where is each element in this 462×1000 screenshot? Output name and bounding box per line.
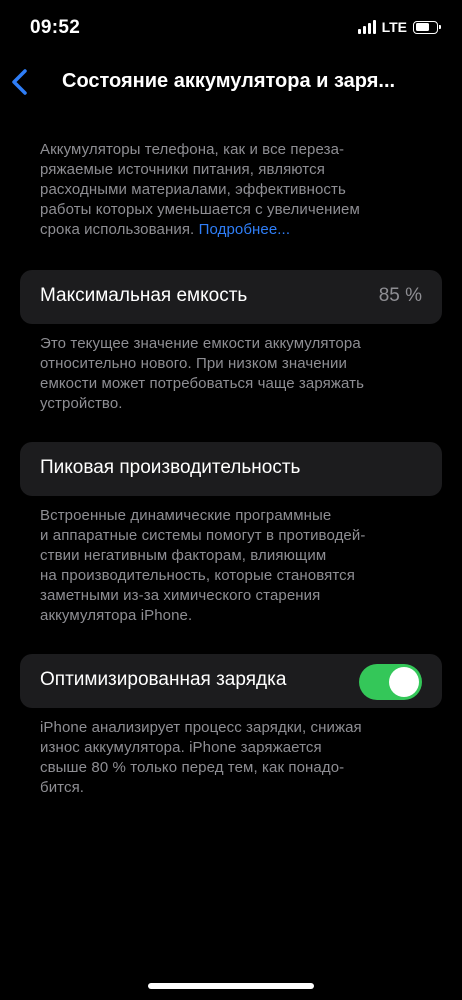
screen: 09:52 LTE Состояние аккумулятора и заря.…: [0, 0, 462, 1000]
status-bar: 09:52 LTE: [0, 0, 462, 56]
description-line: Это текущее значение емкости аккумулятор…: [40, 335, 361, 352]
navigation-bar: Состояние аккумулятора и заря...: [0, 58, 462, 106]
description-line: относительно нового. При низком значении: [40, 355, 348, 372]
peak-performance-row: Пиковая производительность: [20, 442, 442, 496]
description-line: емкости может потребоваться чаще заряжат…: [40, 375, 364, 392]
optimized-charging-label: Оптимизированная зарядка: [40, 669, 287, 690]
description-line: и аппаратные системы помогут в противоде…: [40, 527, 366, 544]
max-capacity-value: 85 %: [378, 285, 422, 306]
description-line: Встроенные динамические программные: [40, 507, 332, 524]
description-line: бится.: [40, 779, 85, 796]
description-line: на производительность, которые становятс…: [40, 567, 355, 584]
status-time: 09:52: [30, 17, 81, 38]
max-capacity-label: Максимальная емкость: [40, 285, 248, 306]
toggle-knob: [389, 667, 419, 697]
description-line: износ аккумулятора. iPhone заряжается: [40, 739, 322, 756]
optimized-charging-description: iPhone анализирует процесс зарядки, сниж…: [40, 718, 430, 798]
description-line: ствии негативным факторам, влияющим: [40, 547, 327, 564]
intro-last-text: срока использования.: [40, 221, 199, 238]
intro-line: срока использования. Подробнее...: [40, 220, 430, 240]
network-type: LTE: [381, 19, 407, 35]
intro-line: ряжаемые источники питания, являются: [40, 161, 325, 178]
max-capacity-row: Максимальная емкость 85 %: [20, 270, 442, 324]
optimized-charging-toggle[interactable]: [359, 664, 422, 700]
intro-description: Аккумуляторы телефона, как и все переза-…: [40, 140, 430, 240]
status-icons: LTE: [357, 19, 441, 35]
chevron-left-icon: [12, 69, 27, 95]
optimized-charging-row: Оптимизированная зарядка: [20, 654, 442, 708]
intro-line: Аккумуляторы телефона, как и все переза-: [40, 141, 345, 158]
description-line: свыше 80 % только перед тем, как понадо-: [40, 759, 345, 776]
description-line: аккумулятора iPhone.: [40, 607, 193, 624]
description-line: iPhone анализирует процесс зарядки, сниж…: [40, 719, 362, 736]
page-title: Состояние аккумулятора и заря...: [62, 70, 396, 92]
intro-line: работы которых уменьшается с увеличением: [40, 201, 360, 218]
intro-line: расходными материалами, эффективность: [40, 181, 346, 198]
cellular-signal-icon: [357, 20, 376, 34]
home-indicator[interactable]: [148, 983, 314, 989]
back-button[interactable]: [8, 66, 36, 98]
description-line: устройство.: [40, 395, 123, 412]
peak-performance-label: Пиковая производительность: [40, 457, 301, 478]
peak-performance-description: Встроенные динамические программные и ап…: [40, 506, 430, 626]
learn-more-link[interactable]: Подробнее...: [199, 221, 291, 238]
max-capacity-description: Это текущее значение емкости аккумулятор…: [40, 334, 430, 414]
battery-icon: [413, 20, 441, 34]
description-line: заметными из-за химического старения: [40, 587, 321, 604]
